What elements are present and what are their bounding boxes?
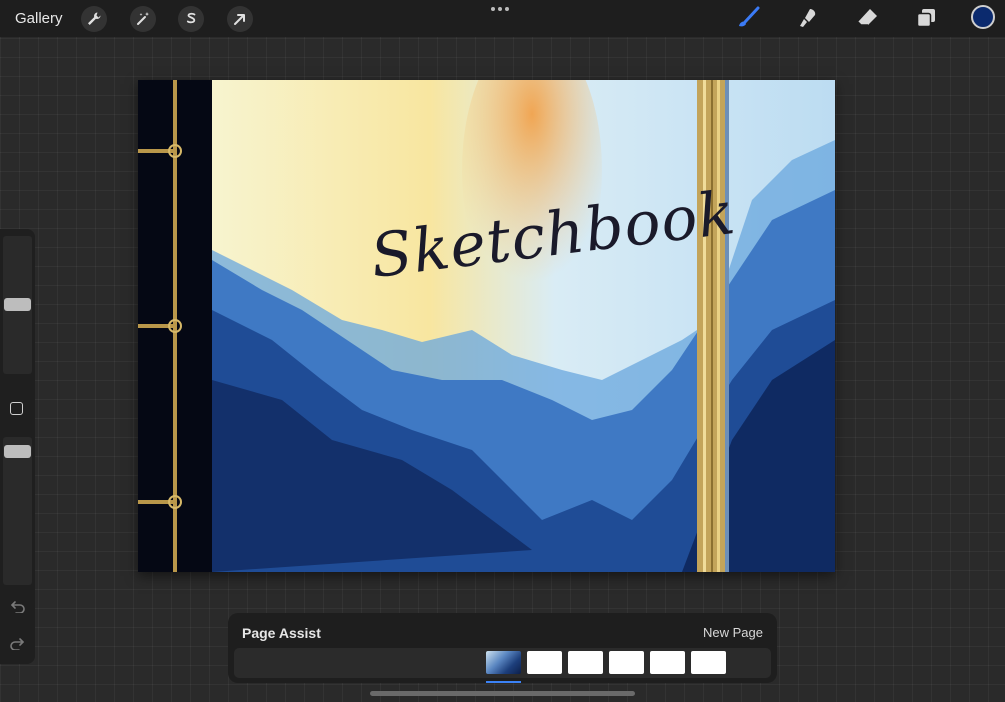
new-page-button[interactable]: New Page — [703, 625, 763, 640]
brush-icon — [739, 6, 760, 27]
wrench-icon — [88, 12, 101, 25]
transform-arrow-icon — [234, 14, 245, 25]
magic-wand-icon — [137, 12, 149, 25]
more-options[interactable] — [491, 7, 509, 11]
adjustments-button[interactable] — [130, 6, 156, 32]
page-thumbnail-6[interactable] — [691, 651, 726, 674]
binding-threads — [138, 80, 182, 572]
undo-icon[interactable] — [9, 600, 26, 613]
smudge-icon — [800, 9, 816, 27]
smudge-tool-button[interactable] — [795, 5, 821, 31]
color-picker-button[interactable] — [971, 5, 995, 29]
top-toolbar: Gallery — [0, 0, 1005, 37]
drawing-canvas[interactable]: Sketchbook — [138, 80, 835, 572]
modify-button[interactable] — [10, 402, 23, 415]
selection-s-icon — [186, 12, 196, 24]
page-thumbnail-2[interactable] — [527, 651, 562, 674]
gallery-button[interactable]: Gallery — [15, 10, 63, 27]
page-assist-panel: Page Assist New Page — [228, 613, 777, 683]
eraser-icon — [857, 9, 877, 26]
layers-button[interactable] — [913, 5, 939, 31]
dot-icon — [491, 7, 495, 11]
dot-icon — [505, 7, 509, 11]
opacity-slider[interactable] — [3, 437, 32, 585]
redo-icon[interactable] — [9, 637, 26, 650]
page-thumbnail-4[interactable] — [609, 651, 644, 674]
eraser-tool-button[interactable] — [854, 5, 880, 31]
home-indicator[interactable] — [370, 691, 635, 696]
brush-size-handle[interactable] — [4, 298, 31, 311]
page-thumbnail-strip[interactable] — [234, 648, 771, 683]
page-thumbnail-3[interactable] — [568, 651, 603, 674]
layers-icon — [916, 9, 935, 28]
brush-tool-button[interactable] — [736, 5, 762, 31]
page-thumbnail-1[interactable] — [486, 651, 521, 674]
left-sidebar — [0, 229, 35, 664]
selection-button[interactable] — [178, 6, 204, 32]
actions-button[interactable] — [81, 6, 107, 32]
brush-size-slider[interactable] — [3, 236, 32, 374]
transform-button[interactable] — [227, 6, 253, 32]
active-page-indicator — [486, 681, 521, 683]
page-thumbnail-5[interactable] — [650, 651, 685, 674]
gold-foil-stripe — [697, 80, 729, 572]
book-spine — [138, 80, 212, 572]
watercolor-cover — [212, 80, 835, 572]
opacity-handle[interactable] — [4, 445, 31, 458]
dot-icon — [498, 7, 502, 11]
page-assist-title: Page Assist — [242, 625, 321, 641]
